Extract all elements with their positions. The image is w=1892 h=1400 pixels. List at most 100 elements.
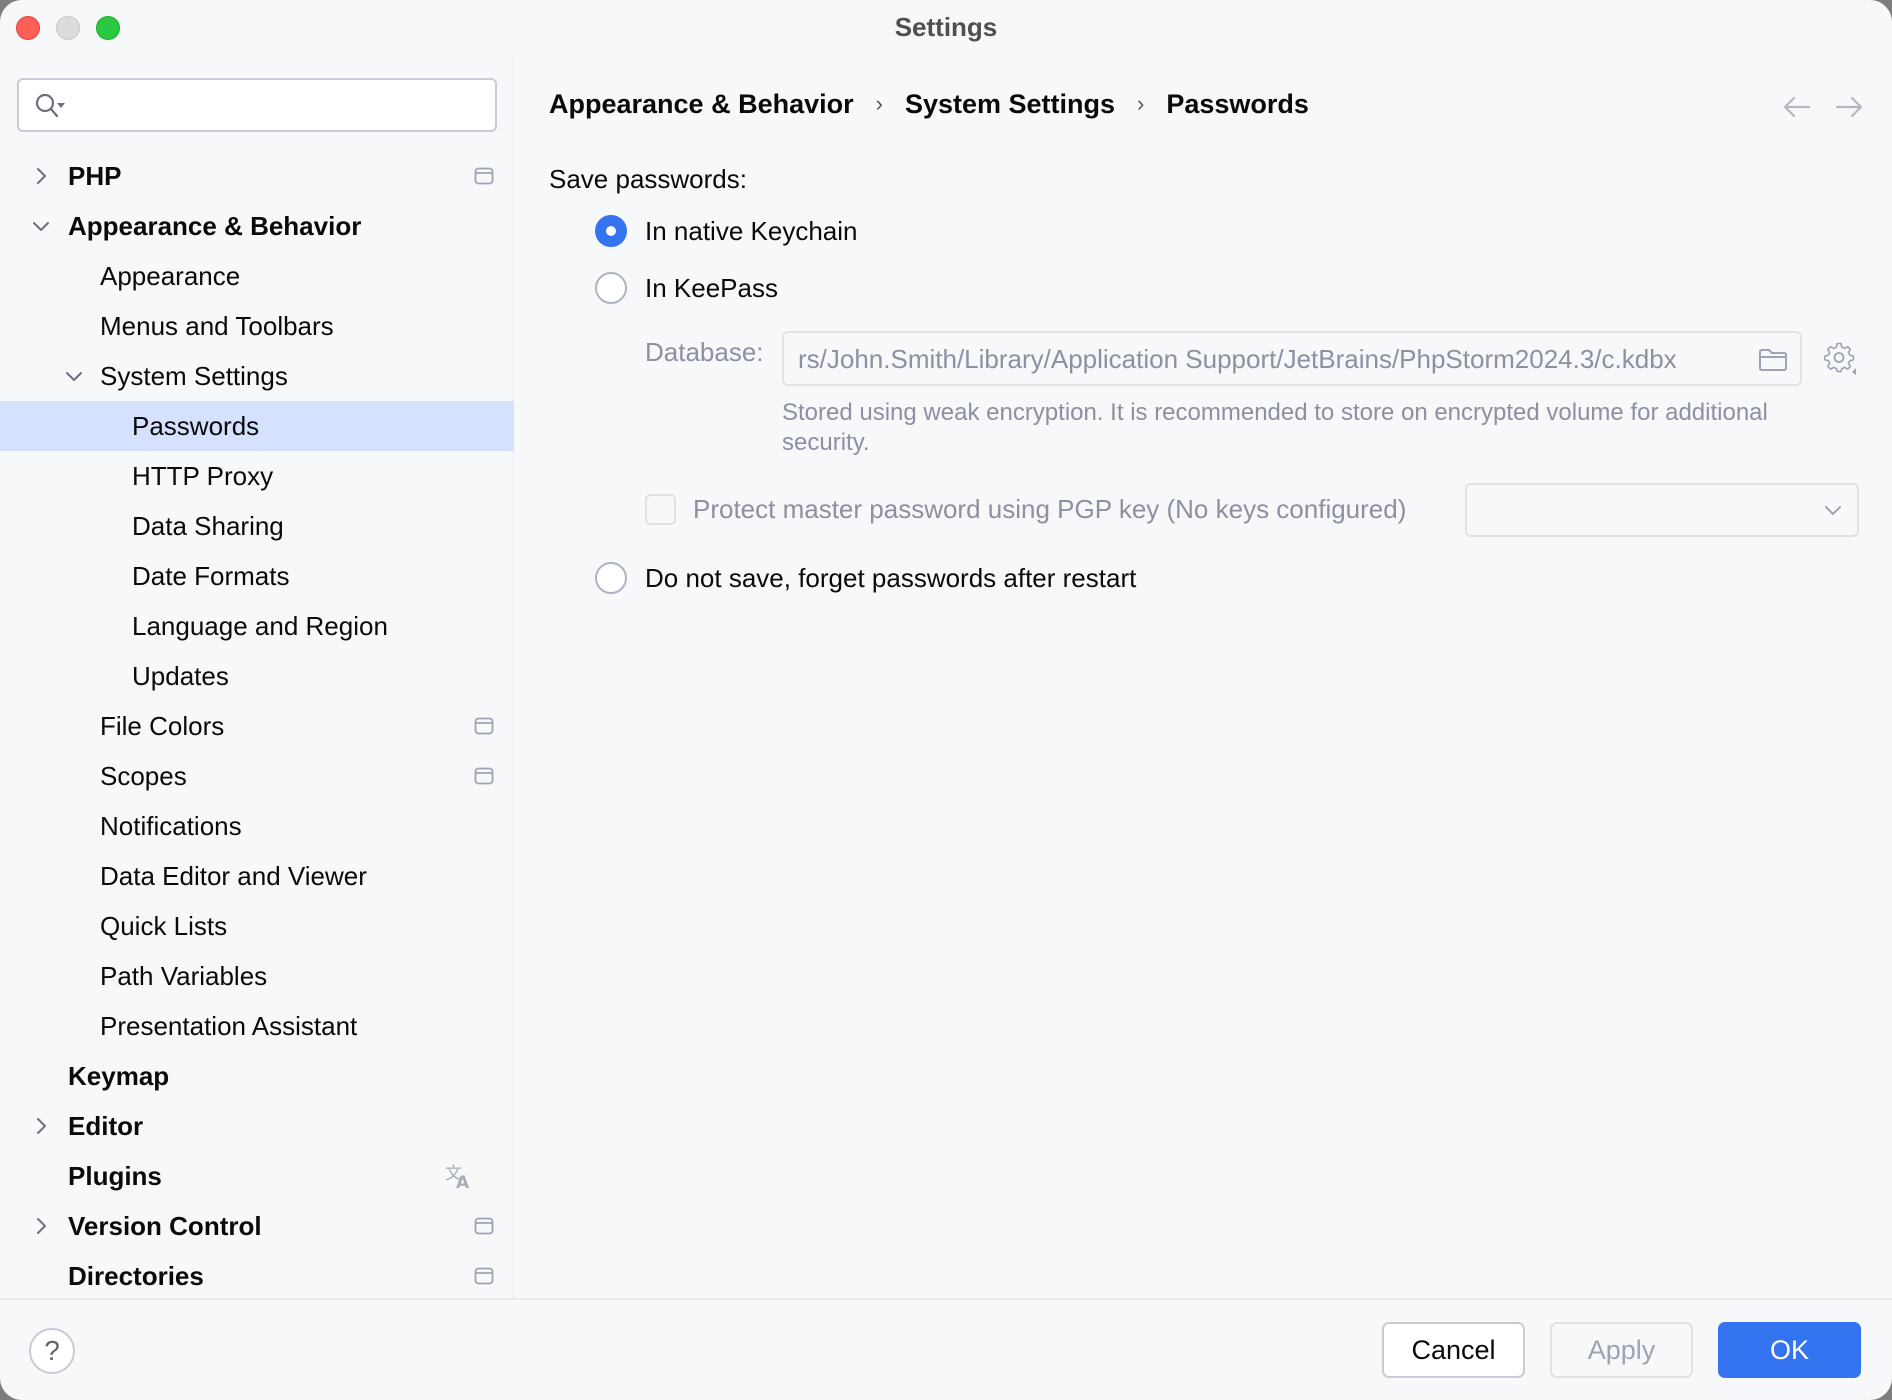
option-do-not-save[interactable]: Do not save, forget passwords after rest…	[595, 560, 1136, 596]
sidebar-item-appearance-behavior[interactable]: Appearance & Behavior	[0, 201, 514, 251]
sidebar-item-path-variables[interactable]: Path Variables	[0, 951, 514, 1001]
sidebar-item-label: Data Sharing	[132, 511, 284, 541]
cancel-button[interactable]: Cancel	[1382, 1322, 1525, 1378]
sidebar-item-label: Quick Lists	[100, 911, 228, 941]
history-navigation	[1782, 94, 1864, 120]
sidebar-item-passwords[interactable]: Passwords	[0, 401, 514, 451]
sidebar-item-label: Path Variables	[100, 961, 268, 991]
breadcrumb-separator: ›	[1137, 91, 1145, 116]
folder-icon	[1759, 349, 1787, 371]
sidebar-item-directories[interactable]: Directories	[0, 1251, 514, 1301]
translate-icon: 文A	[445, 1164, 470, 1193]
sidebar-item-label: Notifications	[100, 811, 242, 841]
sidebar-item-notifications[interactable]: Notifications	[0, 801, 514, 851]
svg-text:A: A	[456, 1173, 470, 1190]
apply-button[interactable]: Apply	[1550, 1322, 1693, 1378]
project-scope-icon	[474, 767, 494, 790]
search-input[interactable]	[83, 88, 483, 122]
sidebar-item-presentation-assistant[interactable]: Presentation Assistant	[0, 1001, 514, 1051]
chevron-down-icon[interactable]	[31, 216, 51, 236]
sidebar-item-language-and-region[interactable]: Language and Region	[0, 601, 514, 651]
chevron-down-icon[interactable]	[64, 366, 84, 386]
help-button[interactable]: ?	[29, 1328, 75, 1374]
radio-native-keychain[interactable]	[595, 215, 627, 247]
sidebar-item-label: Editor	[68, 1111, 144, 1141]
keepass-settings-button[interactable]	[1822, 341, 1856, 380]
radio-label[interactable]: Do not save, forget passwords after rest…	[645, 563, 1136, 594]
gear-icon	[1823, 342, 1856, 375]
browse-folder-button[interactable]	[1758, 347, 1788, 378]
radio-label[interactable]: In native Keychain	[645, 216, 857, 247]
pgp-key-select[interactable]	[1465, 483, 1859, 537]
sidebar-item-label: Directories	[68, 1261, 204, 1291]
sidebar-item-label: Menus and Toolbars	[100, 311, 334, 341]
sidebar-item-label: Appearance & Behavior	[68, 211, 362, 241]
pgp-option[interactable]: Protect master password using PGP key (N…	[645, 494, 1406, 525]
sidebar-item-label: System Settings	[100, 361, 288, 391]
chevron-right-icon[interactable]	[31, 166, 51, 186]
settings-search[interactable]	[17, 78, 497, 132]
window-title: Settings	[894, 12, 998, 42]
database-path-value: rs/John.Smith/Library/Application Suppor…	[798, 344, 1677, 374]
breadcrumb-item-passwords: Passwords	[1166, 88, 1309, 119]
sidebar-item-label: File Colors	[100, 711, 225, 741]
sidebar-item-label: PHP	[68, 161, 122, 191]
sidebar-item-updates[interactable]: Updates	[0, 651, 514, 701]
pgp-checkbox-label[interactable]: Protect master password using PGP key (N…	[693, 494, 1406, 525]
sidebar-item-label: Keymap	[68, 1061, 170, 1091]
project-scope-icon	[474, 1217, 494, 1240]
sidebar-item-label: Version Control	[68, 1211, 262, 1241]
database-path-field[interactable]: rs/John.Smith/Library/Application Suppor…	[782, 331, 1802, 386]
save-passwords-label: Save passwords:	[549, 164, 747, 194]
sidebar-item-plugins[interactable]: Plugins 文 A	[0, 1151, 514, 1201]
settings-sidebar: PHP Appearance & Behavior Appearance Menus …	[0, 56, 514, 1298]
database-label: Database:	[645, 337, 764, 367]
title-bar: Settings	[0, 0, 1892, 56]
radio-keepass[interactable]	[595, 272, 627, 304]
breadcrumb-item-system-settings[interactable]: System Settings	[905, 89, 1115, 120]
sidebar-item-editor[interactable]: Editor	[0, 1101, 514, 1151]
radio-do-not-save[interactable]	[595, 562, 627, 594]
pgp-checkbox[interactable]	[645, 494, 676, 525]
sidebar-item-label: Passwords	[132, 411, 260, 441]
sidebar-item-keymap[interactable]: Keymap	[0, 1051, 514, 1101]
breadcrumb: Appearance & Behavior › System Settings …	[549, 86, 1309, 122]
sidebar-item-appearance[interactable]: Appearance	[0, 251, 514, 301]
radio-label[interactable]: In KeePass	[645, 273, 778, 304]
chevron-right-icon[interactable]	[31, 1116, 51, 1136]
sidebar-item-label: Presentation Assistant	[100, 1011, 358, 1041]
forward-button[interactable]	[1834, 94, 1864, 120]
sidebar-item-quick-lists[interactable]: Quick Lists	[0, 901, 514, 951]
project-scope-icon	[474, 717, 494, 735]
translate-icon: 文A	[444, 1162, 474, 1195]
sidebar-item-data-sharing[interactable]: Data Sharing	[0, 501, 514, 551]
sidebar-item-data-editor-and-viewer[interactable]: Data Editor and Viewer	[0, 851, 514, 901]
project-scope-icon	[474, 1267, 494, 1290]
settings-tree: PHP Appearance & Behavior Appearance Menus …	[0, 151, 514, 1301]
project-scope-icon	[474, 717, 494, 740]
project-scope-icon	[474, 767, 494, 785]
sidebar-item-php[interactable]: PHP	[0, 151, 514, 201]
search-icon	[35, 93, 65, 118]
dialog-footer: ? Cancel Apply OK	[0, 1298, 1892, 1400]
sidebar-item-system-settings[interactable]: System Settings	[0, 351, 514, 401]
chevron-right-icon[interactable]	[31, 1216, 51, 1236]
option-native-keychain[interactable]: In native Keychain	[595, 213, 857, 249]
sidebar-item-http-proxy[interactable]: HTTP Proxy	[0, 451, 514, 501]
project-scope-icon	[474, 167, 494, 190]
project-scope-icon	[474, 1267, 494, 1285]
sidebar-item-label: Scopes	[100, 761, 187, 791]
sidebar-item-file-colors[interactable]: File Colors	[0, 701, 514, 751]
sidebar-item-label: Date Formats	[132, 561, 290, 591]
sidebar-item-version-control[interactable]: Version Control	[0, 1201, 514, 1251]
ok-button[interactable]: OK	[1718, 1322, 1861, 1378]
sidebar-item-menus-and-toolbars[interactable]: Menus and Toolbars	[0, 301, 514, 351]
breadcrumb-separator: ›	[875, 91, 883, 116]
sidebar-item-date-formats[interactable]: Date Formats	[0, 551, 514, 601]
sidebar-item-scopes[interactable]: Scopes	[0, 751, 514, 801]
option-keepass[interactable]: In KeePass	[595, 270, 778, 306]
breadcrumb-item-appearance-behavior[interactable]: Appearance & Behavior	[549, 89, 854, 120]
back-button[interactable]	[1782, 94, 1812, 120]
sidebar-item-label: Plugins	[68, 1161, 162, 1191]
sidebar-item-label: Updates	[132, 661, 229, 691]
